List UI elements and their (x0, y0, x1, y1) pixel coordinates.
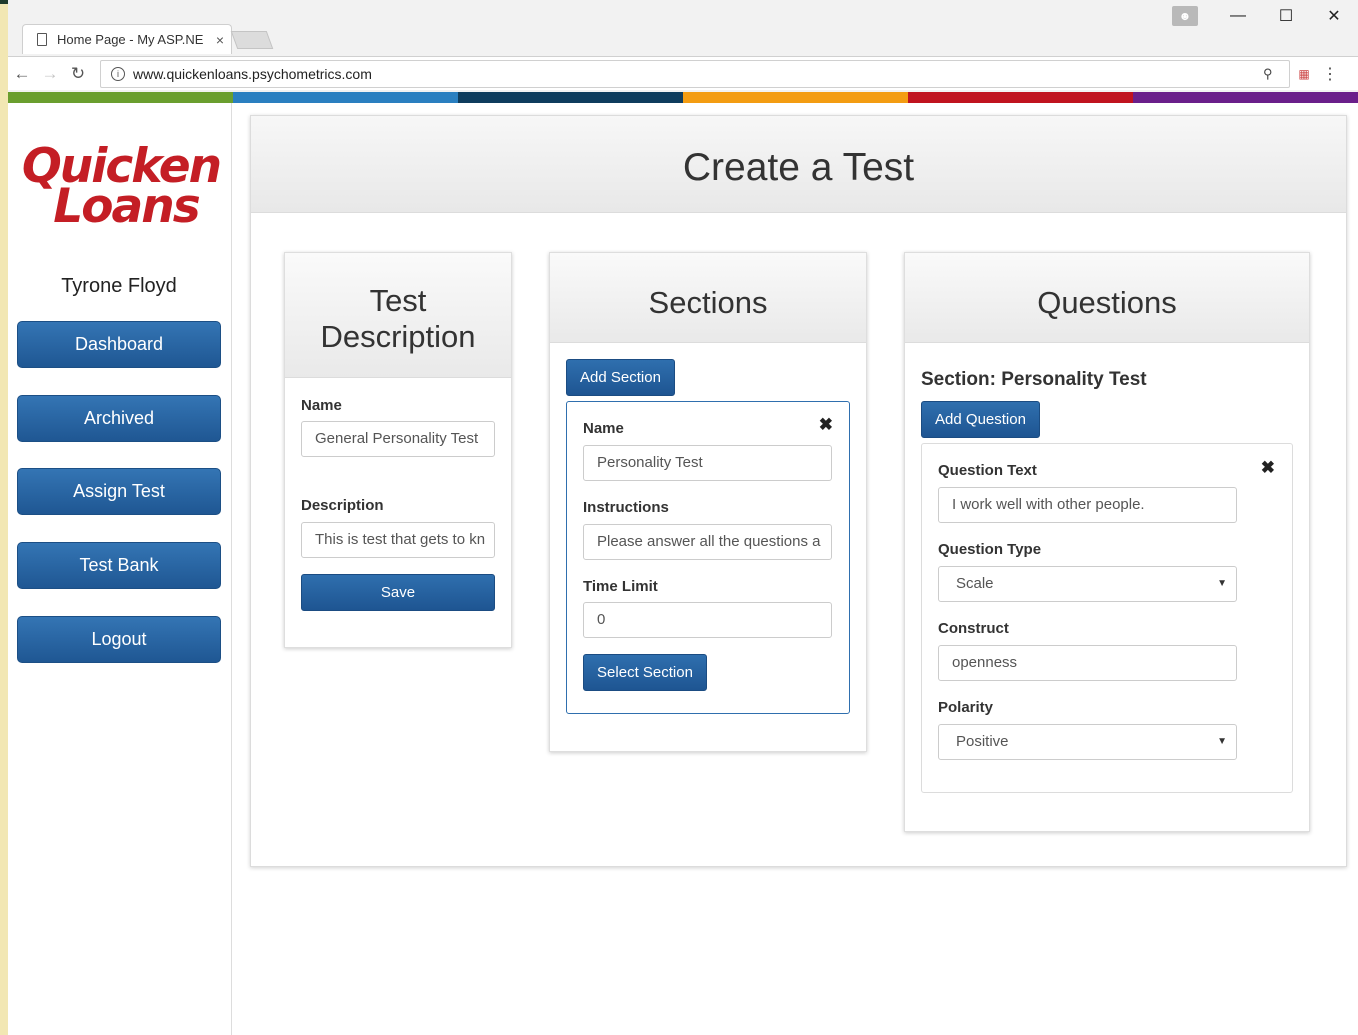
question-type-select[interactable]: Scale ▼ (938, 566, 1237, 602)
key-icon[interactable]: ⚲ (1263, 66, 1289, 82)
forward-icon[interactable]: → (36, 64, 64, 84)
close-icon[interactable]: ✖ (819, 415, 833, 435)
polarity-label: Polarity (938, 699, 994, 716)
page-title: Create a Test (251, 116, 1346, 213)
dashboard-button[interactable]: Dashboard (17, 321, 221, 368)
info-icon[interactable]: i (111, 66, 125, 81)
test-bank-button[interactable]: Test Bank (17, 542, 221, 589)
add-question-button[interactable]: Add Question (921, 401, 1040, 438)
section-name-label: Name (583, 420, 624, 437)
description-label: Description (301, 497, 384, 514)
page-icon (37, 33, 47, 46)
stripe-orange (683, 92, 908, 103)
stripe-blue (233, 92, 458, 103)
time-limit-input[interactable]: 0 (583, 602, 832, 638)
question-text-input[interactable]: I work well with other people. (938, 487, 1237, 523)
instructions-input[interactable]: Please answer all the questions a (583, 524, 832, 560)
question-type-label: Question Type (938, 541, 1042, 558)
card-title-line-2: Description (320, 319, 476, 354)
browser-tab[interactable]: Home Page - My ASP.NE × (22, 24, 232, 54)
color-stripe (8, 92, 1358, 103)
sections-card: Sections Add Section Name ✖ Personality … (549, 252, 867, 752)
create-test-panel: Create a Test Test Description Name Gene… (250, 115, 1347, 867)
section-heading: Section: Personality Test (921, 369, 1147, 390)
question-item: Question Text ✖ I work well with other p… (921, 443, 1293, 793)
close-window-icon[interactable]: ✕ (1310, 6, 1358, 26)
add-section-button[interactable]: Add Section (566, 359, 675, 396)
question-text-label: Question Text (938, 462, 1037, 479)
tab-title: Home Page - My ASP.NE (57, 32, 204, 47)
section-name-input[interactable]: Personality Test (583, 445, 832, 481)
menu-icon[interactable]: ⋮ (1318, 64, 1342, 84)
archived-button[interactable]: Archived (17, 395, 221, 442)
save-button[interactable]: Save (301, 574, 495, 611)
tab-close-icon[interactable]: × (209, 32, 231, 48)
polarity-value: Positive (956, 733, 1009, 750)
extension-icon[interactable]: ▦ (1290, 67, 1318, 81)
quicken-loans-logo: Quicken Loans (18, 143, 224, 230)
test-description-card: Test Description Name General Personalit… (284, 252, 512, 648)
construct-label: Construct (938, 620, 1009, 637)
reload-icon[interactable]: ↻ (64, 64, 92, 84)
close-icon[interactable]: ✖ (1261, 458, 1275, 478)
user-name: Tyrone Floyd (61, 275, 177, 297)
test-name-input[interactable]: General Personality Test (301, 421, 495, 457)
polarity-select[interactable]: Positive ▼ (938, 724, 1237, 760)
time-limit-label: Time Limit (583, 578, 658, 595)
browser-chrome: Home Page - My ASP.NE × ☻ — ☐ ✕ ← → ↻ i … (8, 0, 1358, 92)
question-type-value: Scale (956, 575, 994, 592)
minimize-icon[interactable]: — (1214, 7, 1262, 25)
card-title: Test Description (285, 253, 511, 378)
name-label: Name (301, 397, 342, 414)
back-icon[interactable]: ← (8, 64, 36, 84)
sidebar: Quicken Loans Tyrone Floyd Dashboard Arc… (8, 103, 232, 1035)
stripe-green (8, 92, 233, 103)
maximize-icon[interactable]: ☐ (1262, 6, 1310, 26)
chevron-down-icon: ▼ (1217, 578, 1227, 589)
card-title-line-1: Test (369, 283, 427, 318)
instructions-label: Instructions (583, 499, 669, 516)
questions-title: Questions (905, 253, 1309, 343)
logout-button[interactable]: Logout (17, 616, 221, 663)
assign-test-button[interactable]: Assign Test (17, 468, 221, 515)
new-tab-button[interactable] (230, 31, 274, 49)
url-text: www.quickenloans.psychometrics.com (133, 65, 372, 82)
chevron-down-icon: ▼ (1217, 736, 1227, 747)
profile-icon[interactable]: ☻ (1172, 6, 1198, 26)
page: Quicken Loans Tyrone Floyd Dashboard Arc… (8, 103, 1358, 1035)
section-item: Name ✖ Personality Test Instructions Ple… (566, 401, 850, 714)
construct-input[interactable]: openness (938, 645, 1237, 681)
browser-toolbar: ← → ↻ i www.quickenloans.psychometrics.c… (8, 56, 1358, 90)
address-bar[interactable]: i www.quickenloans.psychometrics.com ⚲ (100, 59, 1290, 88)
questions-card: Questions Section: Personality Test Add … (904, 252, 1310, 832)
select-section-button[interactable]: Select Section (583, 654, 707, 691)
description-input[interactable]: This is test that gets to kn (301, 522, 495, 558)
stripe-purple (1133, 92, 1358, 103)
sections-title: Sections (550, 253, 866, 343)
stripe-navy (458, 92, 683, 103)
window-controls: ☻ — ☐ ✕ (1172, 6, 1358, 26)
stripe-red (908, 92, 1133, 103)
